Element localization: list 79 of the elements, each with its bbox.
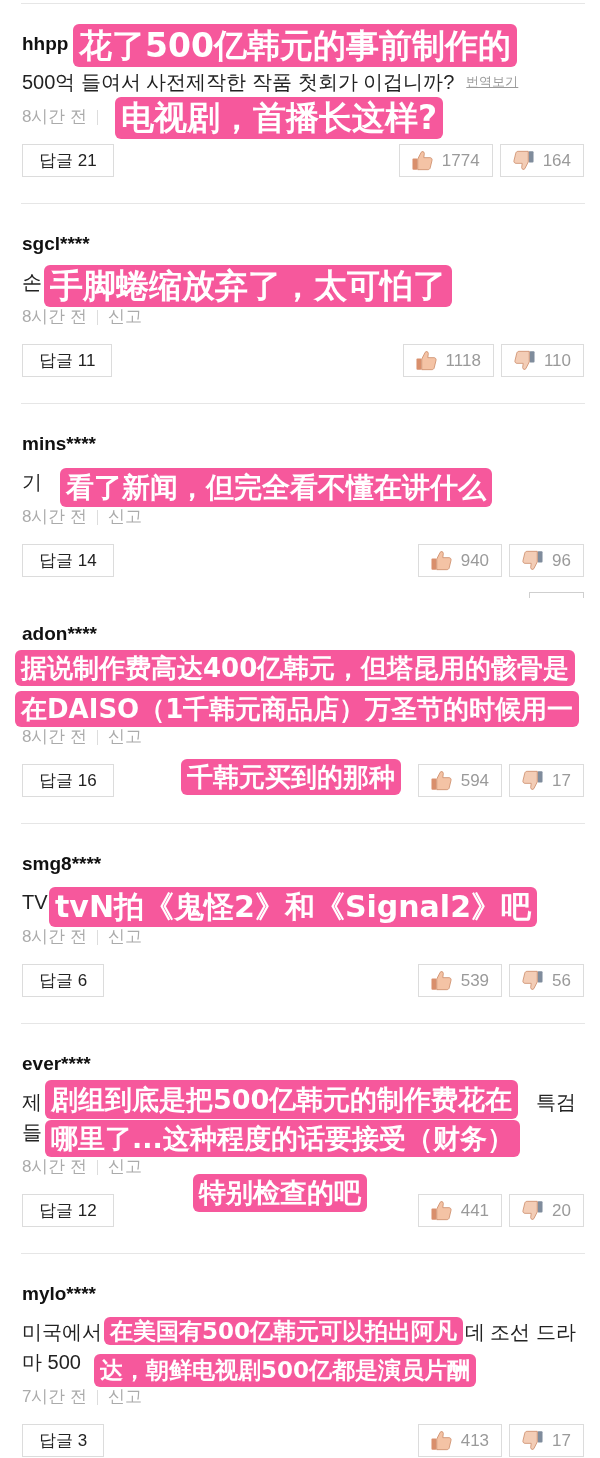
comment-text: 손	[22, 270, 42, 295]
comment-text: 특검	[536, 1090, 576, 1115]
subtitle-caption: 哪里了...这种程度的话要接受（财务）	[45, 1120, 520, 1157]
comment-time: 8시간 전	[22, 307, 88, 327]
comment-text: TV	[22, 890, 48, 915]
report-link[interactable]: 신고	[108, 727, 143, 747]
dislike-button[interactable]: 17	[509, 1424, 584, 1457]
username: mins****	[22, 432, 96, 456]
thumbs-down-icon	[522, 550, 544, 571]
subtitle-caption: 据说制作费高达400亿韩元，但塔昆用的骸骨是	[15, 650, 576, 686]
dislike-button[interactable]: 164	[499, 144, 584, 177]
thumbs-down-icon	[512, 150, 534, 171]
like-button[interactable]: 940	[417, 544, 503, 577]
comment-text: 미국에서	[22, 1320, 102, 1345]
reply-button[interactable]: 답글 12	[22, 1194, 114, 1227]
comment-text: 500억 들여서 사전제작한 작품 첫회가 이겁니까?	[22, 70, 455, 95]
comment-text: 마 500	[22, 1350, 81, 1375]
subtitle-caption: 在美国有500亿韩元可以拍出阿凡	[104, 1317, 463, 1345]
subtitle-caption: tvN拍《鬼怪2》和《Signal2》吧	[49, 887, 537, 927]
comment-time: 8시간 전	[22, 927, 88, 947]
comment-time: 7시간 전	[22, 1387, 88, 1407]
like-button[interactable]: 539	[417, 964, 503, 997]
comment-time: 8시간 전	[22, 107, 88, 127]
thumbs-down-icon	[513, 350, 535, 371]
like-button[interactable]: 1118	[402, 344, 494, 377]
username: ever****	[22, 1052, 91, 1076]
comment-time: 8시간 전	[22, 1157, 88, 1177]
report-link[interactable]: 신고	[108, 307, 143, 327]
like-button[interactable]: 594	[417, 764, 503, 797]
dislike-button[interactable]: 20	[509, 1194, 584, 1227]
reply-button[interactable]: 답글 11	[22, 344, 113, 377]
username: hhpp	[22, 32, 69, 56]
like-button[interactable]: 1774	[398, 144, 493, 177]
thumbs-up-icon	[430, 770, 452, 791]
comment-time: 8시간 전	[22, 727, 88, 747]
dislike-button[interactable]: 17	[509, 764, 584, 797]
thumbs-down-icon	[522, 1430, 544, 1451]
thumbs-up-icon	[411, 150, 433, 171]
thumbs-up-icon	[430, 550, 452, 571]
report-link[interactable]: 신고	[108, 1387, 143, 1407]
dislike-button[interactable]: 110	[500, 344, 584, 377]
thumbs-up-icon	[430, 970, 452, 991]
translate-link[interactable]: 번역보기	[466, 74, 519, 90]
comment-time: 8시간 전	[22, 507, 88, 527]
subtitle-caption: 电视剧，首播长这样?	[115, 97, 444, 139]
subtitle-caption: 在DAISO（1千韩元商品店）万圣节的时候用一	[15, 691, 580, 727]
comment-text: 데 조선 드라	[464, 1320, 576, 1345]
comment-text: 기	[22, 470, 42, 495]
subtitle-caption: 剧组到底是把500亿韩元的制作费花在	[45, 1080, 519, 1119]
dislike-button[interactable]: 96	[509, 544, 584, 577]
reply-button[interactable]: 답글 14	[22, 544, 114, 577]
subtitle-caption: 看了新闻，但完全看不懂在讲什么	[60, 468, 492, 507]
thumbs-down-icon	[522, 770, 544, 791]
subtitle-caption: 达，朝鲜电视剧500亿都是演员片酬	[94, 1354, 476, 1387]
reply-button[interactable]: 답글 21	[22, 144, 114, 177]
thumbs-up-icon	[430, 1430, 452, 1451]
subtitle-caption: 千韩元买到的那种	[181, 759, 401, 795]
like-button[interactable]: 441	[417, 1194, 503, 1227]
subtitle-caption: 特别检查的吧	[193, 1174, 367, 1212]
reply-button[interactable]: 답글 16	[22, 764, 114, 797]
comment-text: 들	[22, 1120, 42, 1145]
thumbs-up-icon	[415, 350, 437, 371]
reply-button[interactable]: 답글 6	[22, 964, 105, 997]
username: adon****	[22, 622, 97, 646]
comment-text: 제	[22, 1090, 42, 1115]
username: smg8****	[22, 852, 102, 876]
subtitle-caption: 手脚蜷缩放弃了，太可怕了	[44, 265, 452, 307]
report-link[interactable]: 신고	[108, 927, 143, 947]
username: sgcl****	[22, 232, 90, 256]
username: mylo****	[22, 1282, 96, 1306]
thumbs-down-icon	[522, 1200, 544, 1221]
like-button[interactable]: 413	[417, 1424, 503, 1457]
reply-button[interactable]: 답글 3	[22, 1424, 105, 1457]
subtitle-caption: 花了500亿韩元的事前制作的	[73, 24, 517, 67]
report-link[interactable]: 신고	[108, 1157, 143, 1177]
report-link[interactable]: 신고	[108, 507, 143, 527]
thumbs-up-icon	[430, 1200, 452, 1221]
dislike-button[interactable]: 56	[509, 964, 584, 997]
thumbs-down-icon	[522, 970, 544, 991]
